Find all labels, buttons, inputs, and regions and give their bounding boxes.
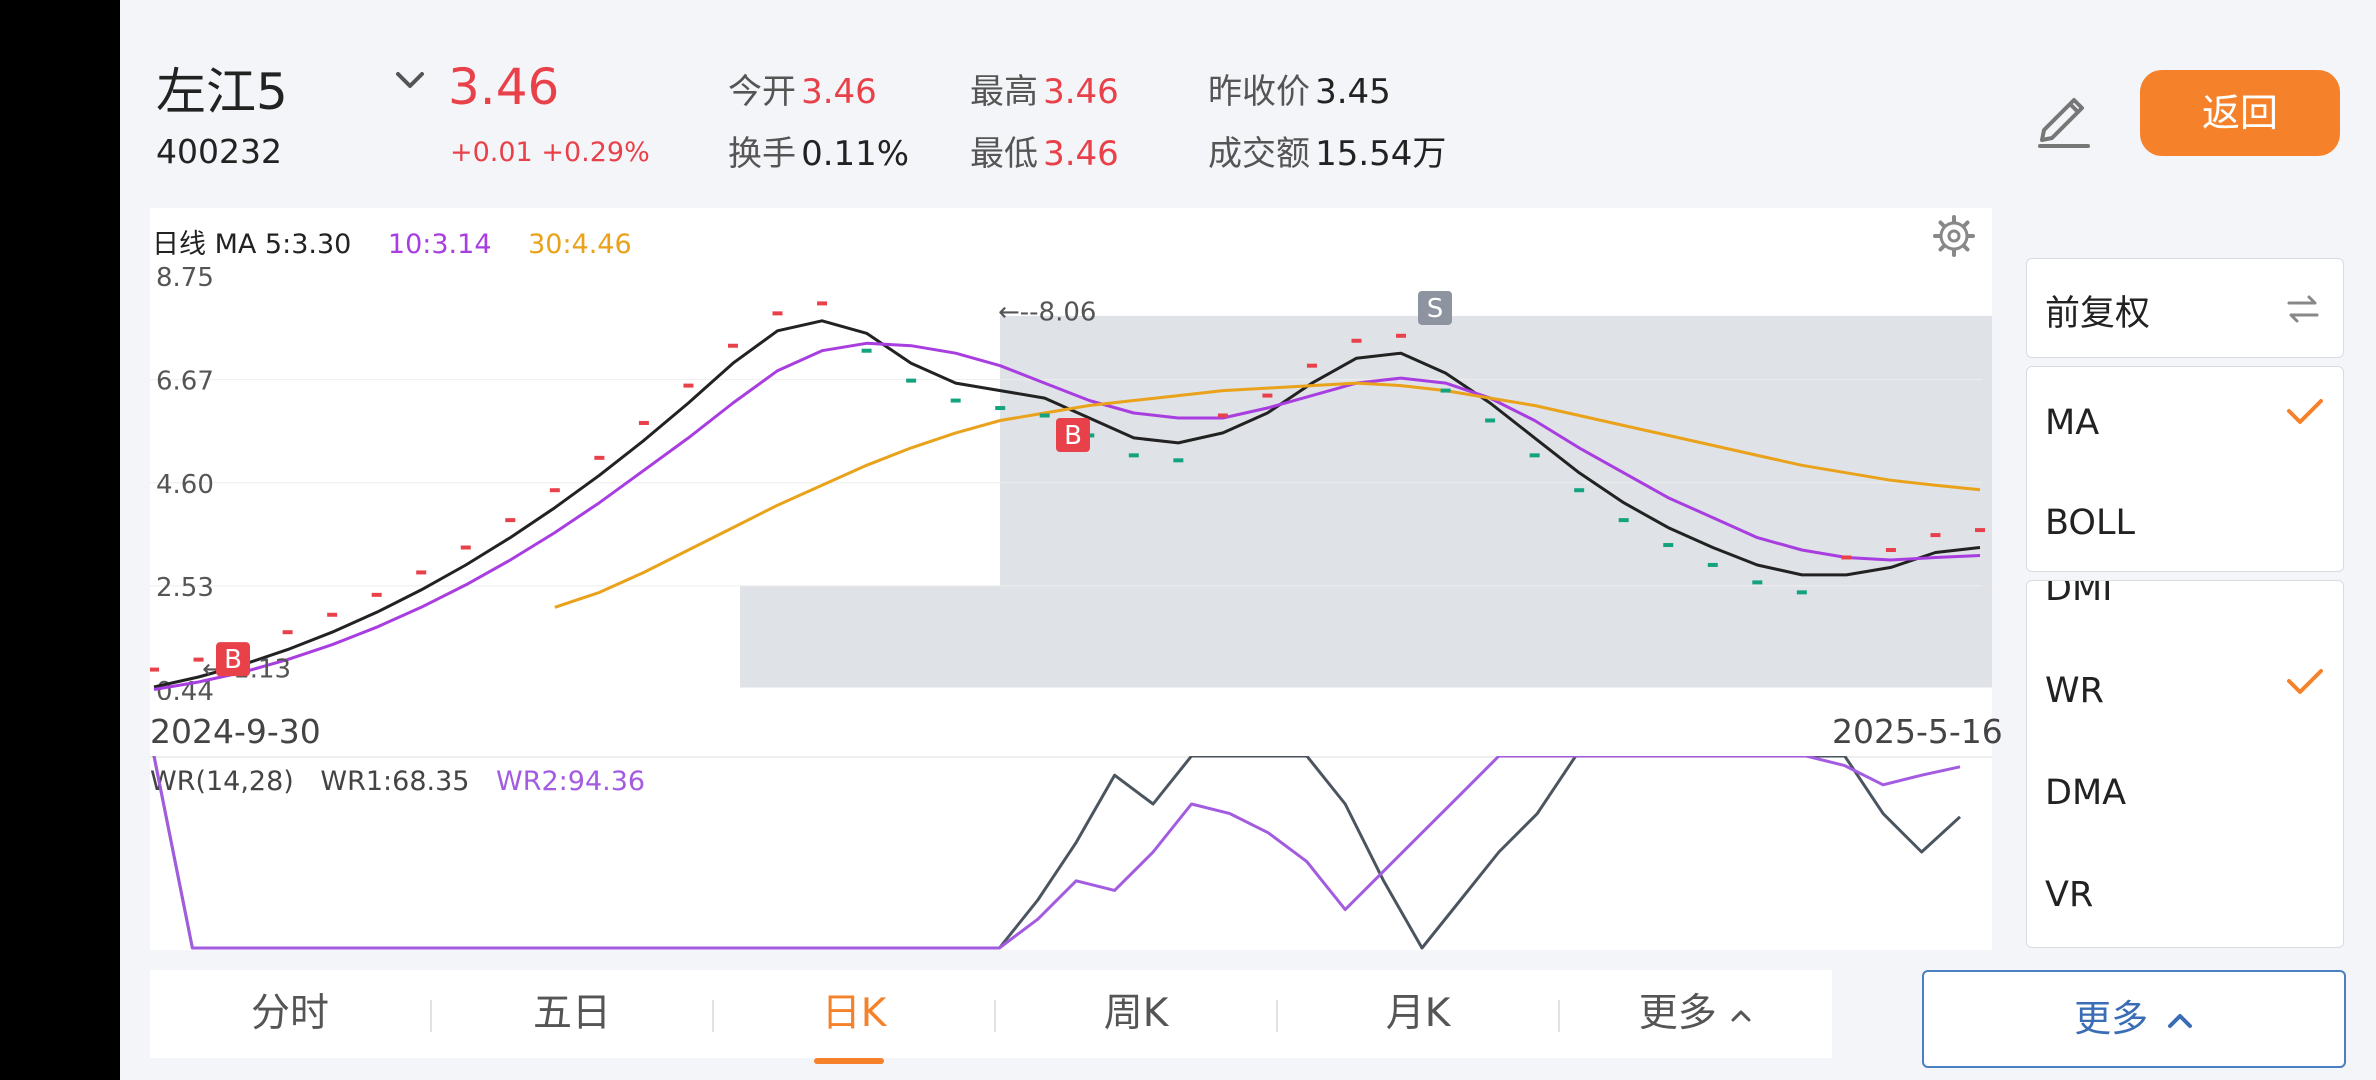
ma-check-icon — [2287, 399, 2323, 424]
turnover-quote: 换手 0.11% — [728, 126, 909, 175]
main-indicator-menu: MA BOLL — [2026, 366, 2344, 572]
range-shade-upper — [1000, 315, 1992, 586]
prev-close-label: 昨收价 — [1208, 72, 1310, 112]
y-tick-label: 4.60 — [156, 470, 214, 500]
high-annotation: ←--8.06 — [998, 297, 1096, 327]
current-price: 3.46 — [448, 58, 560, 116]
adjust-box[interactable]: 前复权 — [2026, 258, 2344, 358]
ma30-legend: 30:4.46 — [528, 229, 632, 260]
turnover-value: 0.11% — [801, 134, 910, 174]
menu-item-dmi[interactable]: DMI — [2045, 581, 2112, 609]
price-change: +0.01 +0.29% — [450, 137, 650, 168]
low-label: 最低 — [970, 134, 1038, 174]
wr-check-icon — [2287, 669, 2323, 694]
tab-daily-k[interactable]: 日K — [714, 970, 994, 1058]
menu-item-wr[interactable]: WR — [2045, 671, 2104, 711]
wr-indicator-chart[interactable] — [150, 756, 1992, 950]
stock-name: 左江5 — [156, 63, 288, 121]
open-label: 今开 — [728, 72, 796, 112]
tab-more[interactable]: 更多 — [1560, 970, 1832, 1058]
more-menu-label: 更多 — [2074, 997, 2149, 1040]
open-quote: 今开 3.46 — [728, 64, 877, 113]
stock-code: 400232 — [156, 132, 282, 171]
amount-value: 15.54万 — [1315, 134, 1447, 174]
menu-item-boll[interactable]: BOLL — [2045, 503, 2135, 543]
chevron-up-icon — [1731, 1010, 1751, 1021]
trade-marker-label: B — [1064, 421, 1082, 451]
wr2-line — [152, 756, 1961, 950]
menu-item-ma[interactable]: MA — [2045, 403, 2099, 443]
swap-icon[interactable] — [2283, 289, 2323, 329]
y-tick-label: 2.53 — [156, 573, 214, 603]
y-tick-label: 8.75 — [156, 263, 214, 293]
high-value: 3.46 — [1043, 72, 1119, 112]
left-black-bar — [0, 0, 120, 1080]
tab-five-day[interactable]: 五日 — [432, 970, 712, 1058]
active-tab-indicator — [814, 1058, 884, 1064]
end-date-label: 2025-5-16 — [1832, 712, 2003, 751]
trade-marker-label: B — [224, 645, 242, 675]
amount-quote: 成交额 15.54万 — [1208, 126, 1446, 175]
back-button[interactable]: 返回 — [2140, 70, 2340, 156]
tab-weekly-k[interactable]: 周K — [996, 970, 1276, 1058]
tab-more-label: 更多 — [1638, 991, 1717, 1036]
more-menu-button[interactable]: 更多 — [1922, 970, 2346, 1068]
main-kline-chart[interactable]: 8.756.674.602.530.44←--8.06←-1.13BBS — [150, 260, 1992, 700]
tab-intraday[interactable]: 分时 — [150, 970, 430, 1058]
period-tab-bar: 分时 五日 日K 周K 月K 更多 — [150, 970, 1832, 1058]
tab-monthly-k[interactable]: 月K — [1278, 970, 1558, 1058]
wr1-line — [152, 756, 1962, 950]
sub-indicator-menu: DMI WR DMA VR — [2026, 580, 2344, 948]
gear-icon[interactable] — [1932, 214, 1976, 258]
menu-item-dma[interactable]: DMA — [2045, 773, 2126, 813]
ma-legend: 日线 MA 5:3.30 10:3.14 30:4.46 — [152, 222, 632, 261]
ma10-legend: 10:3.14 — [387, 229, 492, 260]
low-value: 3.46 — [1043, 134, 1119, 174]
low-quote: 最低 3.46 — [970, 126, 1119, 175]
prev-close-value: 3.45 — [1315, 72, 1391, 112]
chevron-up-icon — [2167, 1013, 2192, 1028]
trade-marker-label: S — [1427, 294, 1444, 324]
range-shade-lower — [740, 585, 1992, 688]
high-quote: 最高 3.46 — [970, 64, 1119, 113]
prev-close-quote: 昨收价 3.45 — [1208, 64, 1391, 113]
chevron-down-icon[interactable] — [390, 60, 430, 100]
y-tick-label: 6.67 — [156, 367, 214, 397]
menu-item-vr[interactable]: VR — [2045, 875, 2093, 915]
open-value: 3.46 — [801, 72, 877, 112]
adjust-label: 前复权 — [2045, 294, 2151, 334]
turnover-label: 换手 — [728, 134, 796, 174]
ma-legend-prefix: 日线 MA 5:3.30 — [152, 229, 352, 260]
amount-label: 成交额 — [1208, 134, 1310, 174]
high-label: 最高 — [970, 72, 1038, 112]
start-date-label: 2024-9-30 — [150, 712, 321, 751]
edit-pencil-icon[interactable] — [2030, 82, 2100, 152]
